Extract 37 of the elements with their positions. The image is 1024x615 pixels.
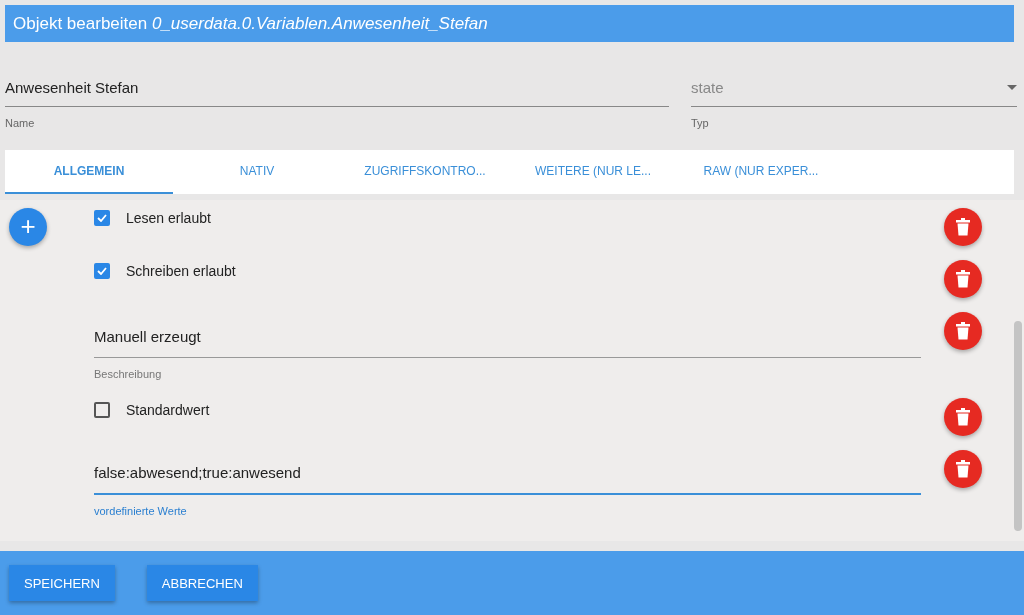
dialog-title: Objekt bearbeiten 0_userdata.0.Variablen.Anwesenheit_Stefan (5, 5, 1014, 42)
check-icon (97, 267, 107, 275)
add-button[interactable]: + (9, 208, 47, 246)
tab[interactable]: ZUGRIFFSKONTRO... (341, 150, 509, 194)
delete-button[interactable] (944, 450, 982, 488)
trash-icon (955, 408, 971, 426)
delete-button[interactable] (944, 398, 982, 436)
checkbox-label: Standardwert (126, 402, 210, 418)
tab[interactable]: ALLGEMEIN (5, 150, 173, 194)
checkbox-label: Lesen erlaubt (126, 210, 211, 226)
trash-icon (955, 218, 971, 236)
dropdown-caret-icon (1007, 84, 1017, 90)
delete-button[interactable] (944, 312, 982, 350)
delete-button[interactable] (944, 208, 982, 246)
checkbox-label: Schreiben erlaubt (126, 263, 236, 279)
footer-button[interactable]: SPEICHERN (9, 565, 115, 601)
check-icon (97, 214, 107, 222)
field-label: vordefinierte Werte (94, 505, 188, 517)
field-label: Typ (691, 117, 710, 129)
checkbox[interactable] (94, 402, 110, 418)
checkbox[interactable] (94, 263, 110, 279)
trash-icon (955, 270, 971, 288)
tab[interactable]: WEITERE (NUR LE... (509, 150, 677, 194)
input-field[interactable]: false:abwesend;true:anwesend (94, 457, 921, 495)
type-select[interactable]: state (691, 70, 1017, 107)
trash-icon (955, 322, 971, 340)
footer-button[interactable]: ABBRECHEN (146, 565, 258, 601)
trash-icon (955, 460, 971, 478)
name-field[interactable]: Anwesenheit Stefan (5, 70, 669, 107)
scrollbar-thumb[interactable] (1014, 321, 1022, 531)
tab[interactable]: RAW (NUR EXPER... (677, 150, 845, 194)
input-field[interactable]: Manuell erzeugt (94, 321, 921, 358)
delete-button[interactable] (944, 260, 982, 298)
field-label: Beschreibung (94, 368, 163, 380)
checkbox[interactable] (94, 210, 110, 226)
tab[interactable]: NATIV (173, 150, 341, 194)
field-label: Name (5, 117, 36, 129)
